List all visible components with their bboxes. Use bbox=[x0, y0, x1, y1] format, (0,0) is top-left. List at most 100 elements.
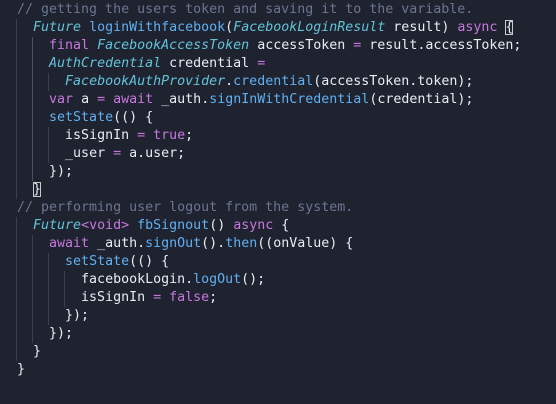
code-token: _user bbox=[65, 146, 114, 161]
code-token: Future bbox=[33, 218, 82, 233]
code-line[interactable]: }); bbox=[0, 307, 556, 325]
code-token: < bbox=[81, 218, 90, 233]
code-line[interactable]: var a = await _auth.signInWithCredential… bbox=[0, 91, 556, 109]
code-token: (() { bbox=[129, 254, 170, 269]
code-line[interactable]: } bbox=[0, 343, 556, 361]
code-token: // getting the users token and saving it… bbox=[17, 2, 474, 17]
code-token: = bbox=[113, 146, 122, 161]
code-token: false bbox=[169, 290, 210, 305]
code-token: FacebookAccessToken bbox=[97, 38, 250, 53]
code-line[interactable]: }); bbox=[0, 163, 556, 181]
code-line[interactable]: isSignIn = false; bbox=[0, 289, 556, 307]
code-line[interactable]: final FacebookAccessToken accessToken = … bbox=[0, 37, 556, 55]
code-token: void bbox=[89, 218, 122, 233]
code-token: _auth. bbox=[153, 92, 210, 107]
code-token: = bbox=[97, 92, 106, 107]
code-line[interactable]: Future loginWithfacebook(FacebookLoginRe… bbox=[0, 19, 556, 37]
code-token: true bbox=[153, 128, 186, 143]
code-token: } bbox=[33, 182, 42, 197]
code-token: isSignIn bbox=[81, 290, 154, 305]
code-token: loginWithfacebook bbox=[89, 20, 226, 35]
code-token: FacebookAuthProvider bbox=[65, 74, 226, 89]
code-line[interactable]: FacebookAuthProvider.credential(accessTo… bbox=[0, 73, 556, 91]
code-token: a.user; bbox=[121, 146, 186, 161]
code-line[interactable]: } bbox=[0, 181, 556, 199]
code-token: facebookLogin. bbox=[81, 272, 194, 287]
code-token: accessToken bbox=[249, 38, 354, 53]
code-editor[interactable]: // getting the users token and saving it… bbox=[0, 0, 556, 404]
code-token: await bbox=[49, 236, 90, 251]
code-token: signOut bbox=[145, 236, 202, 251]
code-token: result.accessToken; bbox=[361, 38, 522, 53]
code-token: . bbox=[225, 74, 234, 89]
code-line[interactable]: // performing user logout from the syste… bbox=[0, 199, 556, 217]
code-token: }); bbox=[49, 164, 74, 179]
code-line[interactable]: AuthCredential credential = bbox=[0, 55, 556, 73]
code-token: (accessToken.token); bbox=[313, 74, 474, 89]
code-token: _auth. bbox=[89, 236, 146, 251]
code-line[interactable]: }); bbox=[0, 325, 556, 343]
code-token: ; bbox=[209, 290, 218, 305]
code-line[interactable]: // getting the users token and saving it… bbox=[0, 1, 556, 19]
code-line[interactable]: await _auth.signOut().then((onValue) { bbox=[0, 235, 556, 253]
code-token: ((onValue) { bbox=[257, 236, 354, 251]
code-token: (credential); bbox=[369, 92, 474, 107]
code-line[interactable]: isSignIn = true; bbox=[0, 127, 556, 145]
code-token: async bbox=[233, 218, 274, 233]
code-token: { bbox=[505, 20, 514, 35]
code-token: (). bbox=[201, 236, 226, 251]
code-line[interactable]: facebookLogin.logOut(); bbox=[0, 271, 556, 289]
code-line[interactable]: setState(() { bbox=[0, 109, 556, 127]
code-token: (); bbox=[241, 272, 266, 287]
code-token: credential bbox=[233, 74, 314, 89]
code-line[interactable]: Future<void> fbSignout() async { bbox=[0, 217, 556, 235]
code-token: () bbox=[209, 218, 234, 233]
code-token: result) bbox=[385, 20, 458, 35]
code-token: } bbox=[33, 344, 42, 359]
code-token: async bbox=[457, 20, 498, 35]
code-token: isSignIn bbox=[65, 128, 138, 143]
code-token: AuthCredential bbox=[49, 56, 162, 71]
code-token: ; bbox=[185, 128, 194, 143]
code-token: FacebookLoginResult bbox=[233, 20, 386, 35]
code-token: setState bbox=[65, 254, 130, 269]
code-line[interactable]: setState(() { bbox=[0, 253, 556, 271]
code-token: await bbox=[113, 92, 154, 107]
code-token: credential bbox=[161, 56, 258, 71]
code-line[interactable]: } bbox=[0, 361, 556, 379]
code-token: then bbox=[225, 236, 258, 251]
code-token: final bbox=[49, 38, 90, 53]
code-line[interactable]: _user = a.user; bbox=[0, 145, 556, 163]
code-token: (() { bbox=[113, 110, 154, 125]
code-token: > bbox=[121, 218, 130, 233]
code-token: logOut bbox=[193, 272, 242, 287]
code-token: // performing user logout from the syste… bbox=[17, 200, 354, 215]
code-token: { bbox=[273, 218, 290, 233]
code-token: ( bbox=[225, 20, 234, 35]
code-token: fbSignout bbox=[137, 218, 210, 233]
code-token: Future bbox=[33, 20, 82, 35]
